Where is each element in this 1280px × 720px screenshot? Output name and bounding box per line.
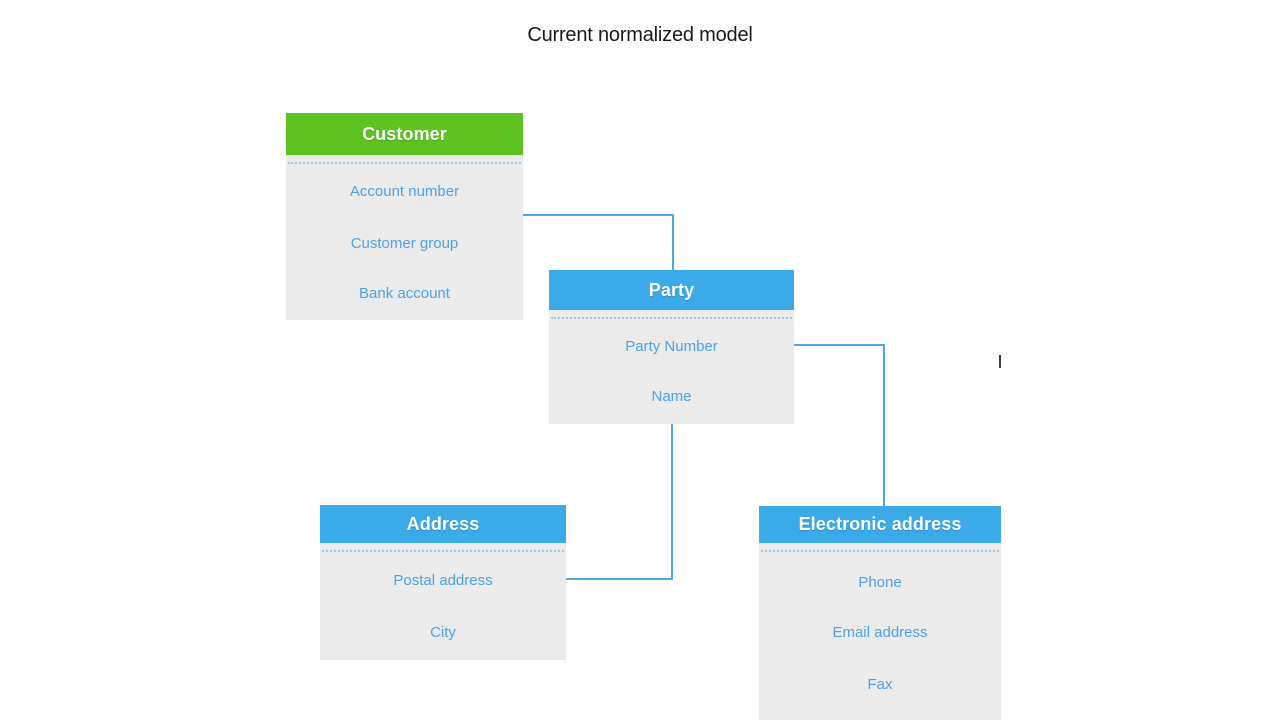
entity-customer-body: Account number Customer group Bank accou… (286, 155, 523, 320)
entity-party-separator (551, 317, 792, 319)
entity-address-header: Address (320, 505, 566, 543)
connector-party-address-vertical (671, 424, 673, 580)
field-phone[interactable]: Phone (759, 574, 1001, 591)
field-account-number[interactable]: Account number (286, 183, 523, 200)
field-name[interactable]: Name (549, 388, 794, 405)
entity-electronic-address-separator (761, 550, 999, 552)
entity-party-body: Party Number Name (549, 310, 794, 424)
field-bank-account[interactable]: Bank account (286, 285, 523, 302)
field-party-number[interactable]: Party Number (549, 338, 794, 355)
connector-customer-party-vertical (672, 214, 674, 272)
connector-party-electronic-vertical (883, 344, 885, 508)
field-city[interactable]: City (320, 624, 566, 641)
entity-customer-title: Customer (362, 123, 447, 144)
field-fax[interactable]: Fax (759, 676, 1001, 693)
entity-customer[interactable]: Customer Account number Customer group B… (286, 113, 523, 320)
entity-electronic-address-body: Phone Email address Fax (759, 543, 1001, 720)
entity-electronic-address-header: Electronic address (759, 506, 1001, 543)
field-email-address[interactable]: Email address (759, 624, 1001, 641)
field-customer-group[interactable]: Customer group (286, 235, 523, 252)
entity-address-title: Address (406, 513, 480, 534)
entity-electronic-address-title: Electronic address (798, 514, 962, 534)
entity-electronic-address[interactable]: Electronic address Phone Email address F… (759, 506, 1001, 720)
entity-party-header: Party (549, 270, 794, 310)
connector-party-electronic-horizontal (794, 344, 885, 346)
stray-tick-artifact (999, 355, 1001, 368)
connector-party-address-horizontal (566, 578, 673, 580)
entity-address-separator (322, 550, 564, 552)
entity-party[interactable]: Party Party Number Name (549, 270, 794, 424)
diagram-canvas: Current normalized model Customer Accoun… (0, 0, 1280, 720)
entity-address[interactable]: Address Postal address City (320, 505, 566, 660)
connector-customer-party-horizontal (523, 214, 674, 216)
entity-address-body: Postal address City (320, 543, 566, 660)
field-postal-address[interactable]: Postal address (320, 572, 566, 589)
page-title: Current normalized model (527, 24, 753, 46)
entity-customer-header: Customer (286, 113, 523, 155)
entity-customer-separator (288, 162, 521, 164)
entity-party-title: Party (648, 279, 695, 300)
